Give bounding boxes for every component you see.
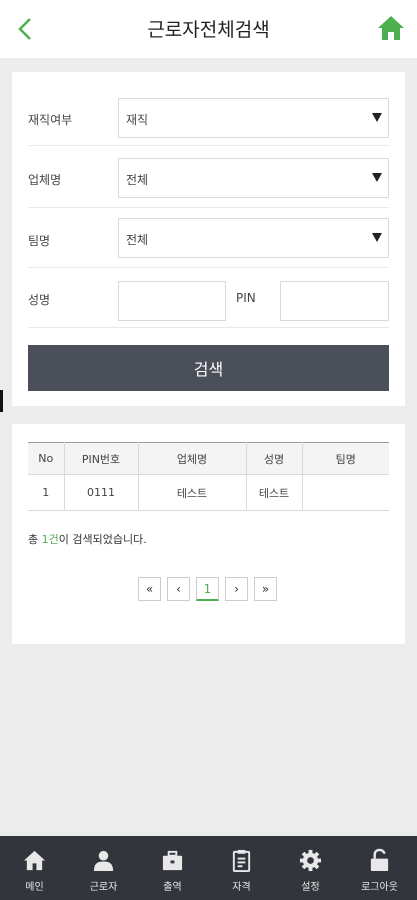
column-header-no: No — [28, 442, 65, 475]
nav-settings[interactable]: 설정 — [276, 836, 345, 900]
dropdown-arrow-icon — [372, 113, 382, 122]
summary-count: 1건 — [41, 533, 59, 546]
name-label: 성명 — [28, 293, 51, 307]
home-icon — [23, 850, 46, 871]
last-page-button[interactable]: » — [254, 577, 277, 601]
nav-logout[interactable]: 로그아웃 — [345, 836, 414, 900]
cell-pin: 0111 — [64, 474, 139, 511]
employment-status-label: 재직여부 — [28, 113, 73, 127]
nav-logout-label: 로그아웃 — [361, 882, 398, 893]
page-title: 근로자전체검색 — [147, 19, 270, 41]
column-header-team: 팀명 — [302, 442, 389, 475]
column-header-name: 성명 — [246, 442, 303, 475]
nav-main-label: 메인 — [25, 882, 44, 893]
employment-status-row: 재직여부 재직 — [28, 88, 389, 146]
company-label: 업체명 — [28, 173, 62, 187]
results-panel: No PIN번호 업체명 성명 팀명 1 0111 테스트 테스트 총 1건이 … — [12, 424, 405, 644]
results-table: No PIN번호 업체명 성명 팀명 1 0111 테스트 테스트 — [28, 442, 389, 511]
team-row: 팀명 전체 — [28, 208, 389, 268]
search-button[interactable]: 검색 — [28, 345, 389, 391]
search-form: 재직여부 재직 업체명 전체 팀명 전체 성명 PIN 검색 — [12, 72, 405, 406]
table-row[interactable]: 1 0111 테스트 테스트 — [28, 474, 389, 511]
unlock-icon — [370, 848, 389, 872]
briefcase-icon — [162, 850, 183, 871]
side-marker — [0, 390, 3, 412]
company-row: 업체명 전체 — [28, 146, 389, 208]
pin-input[interactable] — [280, 281, 389, 321]
nav-workers-label: 근로자 — [89, 882, 118, 893]
company-value: 전체 — [126, 173, 149, 187]
nav-qualification-label: 자격 — [232, 882, 251, 893]
dropdown-arrow-icon — [372, 233, 382, 242]
employment-status-select[interactable]: 재직 — [118, 98, 389, 138]
page-1-button[interactable]: 1 — [196, 577, 219, 601]
user-icon — [93, 850, 114, 872]
clipboard-icon — [232, 849, 251, 872]
nav-main[interactable]: 메인 — [0, 836, 69, 900]
nav-attendance[interactable]: 출역 — [138, 836, 207, 900]
cell-name: 테스트 — [246, 474, 303, 511]
name-pin-row: 성명 PIN — [28, 268, 389, 328]
nav-settings-label: 설정 — [301, 882, 320, 893]
next-page-button[interactable]: › — [225, 577, 248, 601]
pin-label: PIN — [236, 291, 256, 305]
employment-status-value: 재직 — [126, 113, 149, 127]
home-icon[interactable] — [377, 14, 405, 42]
gear-icon — [299, 849, 322, 872]
summary-suffix: 이 검색되었습니다. — [58, 533, 147, 546]
table-header-row: No PIN번호 업체명 성명 팀명 — [28, 442, 389, 475]
nav-workers[interactable]: 근로자 — [69, 836, 138, 900]
team-value: 전체 — [126, 233, 149, 247]
bottom-navigation: 메인 근로자 출역 자격 설정 로그아웃 — [0, 836, 417, 900]
dropdown-arrow-icon — [372, 173, 382, 182]
nav-attendance-label: 출역 — [163, 882, 182, 893]
team-select[interactable]: 전체 — [118, 218, 389, 258]
cell-no: 1 — [28, 474, 65, 511]
company-select[interactable]: 전체 — [118, 158, 389, 198]
prev-page-button[interactable]: ‹ — [167, 577, 190, 601]
summary-prefix: 총 — [28, 533, 42, 546]
result-summary: 총 1건이 검색되었습니다. — [28, 531, 147, 547]
first-page-button[interactable]: « — [138, 577, 161, 601]
cell-company: 테스트 — [138, 474, 247, 511]
name-input[interactable] — [118, 281, 226, 321]
nav-qualification[interactable]: 자격 — [207, 836, 276, 900]
column-header-pin: PIN번호 — [64, 442, 139, 475]
team-label: 팀명 — [28, 234, 51, 248]
column-header-company: 업체명 — [138, 442, 247, 475]
cell-team — [302, 474, 389, 511]
app-header: 근로자전체검색 — [0, 0, 417, 58]
